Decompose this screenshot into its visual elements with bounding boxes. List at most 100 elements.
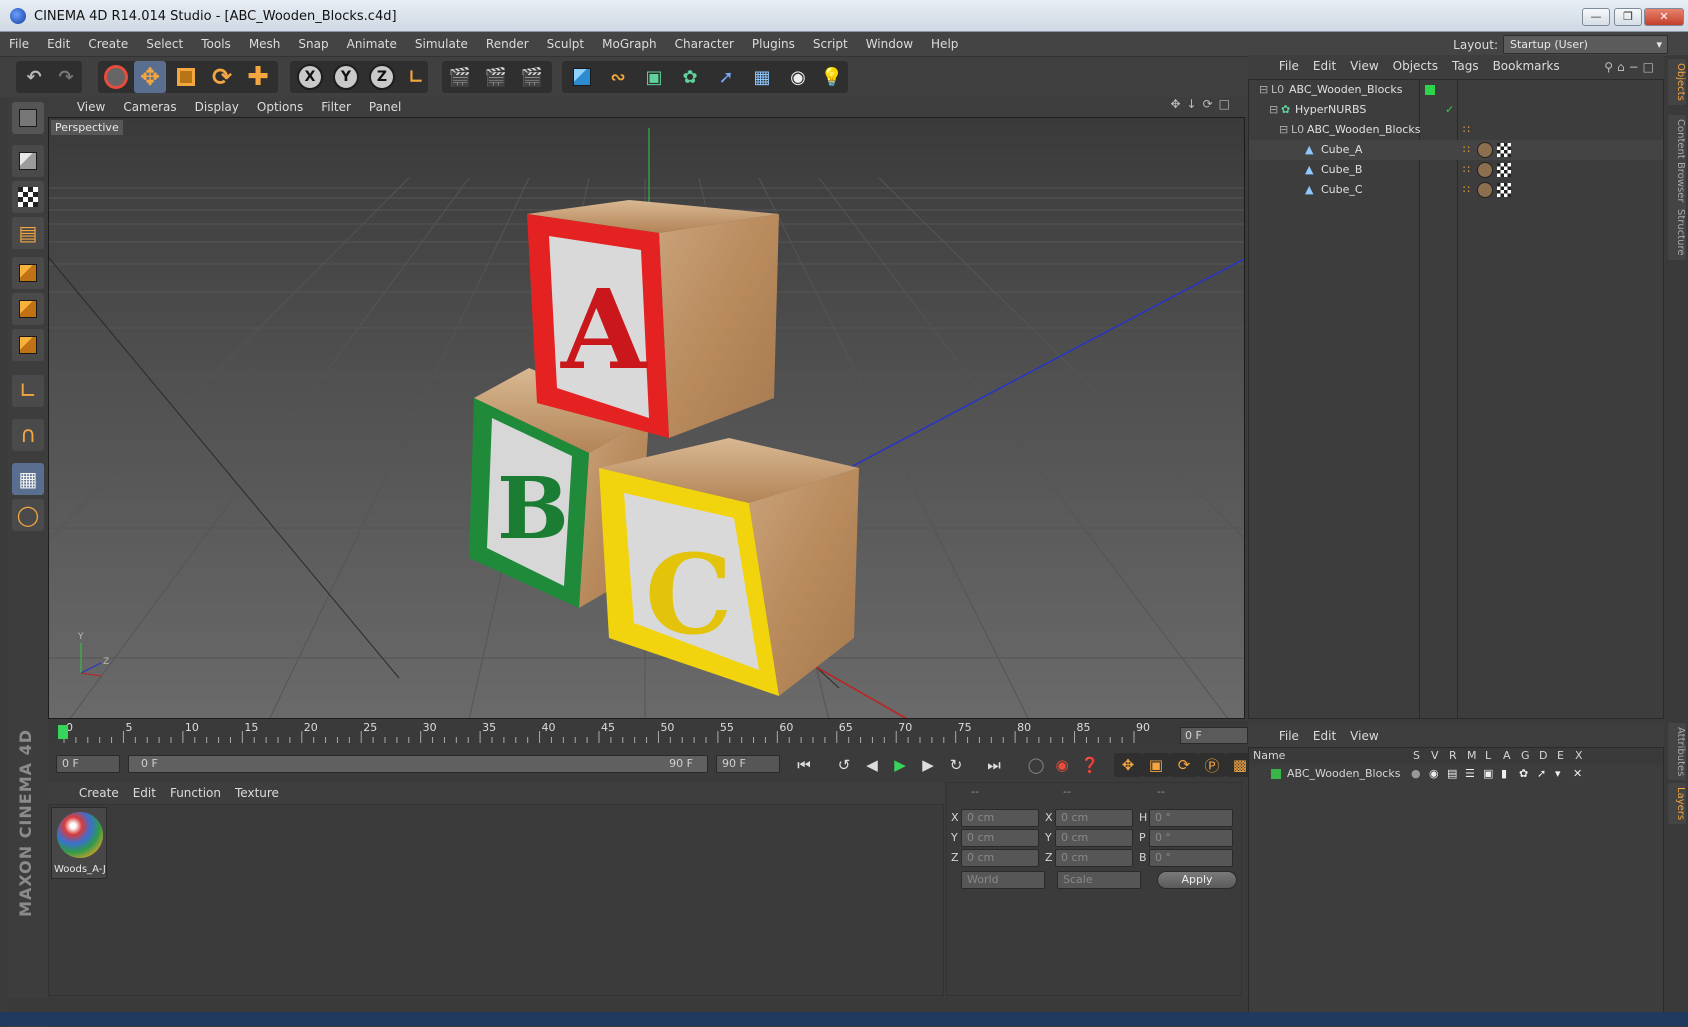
objects-menu-file[interactable]: File	[1272, 55, 1306, 77]
position-z-field[interactable]: 0 cm	[961, 849, 1039, 867]
position-y-field[interactable]: 0 cm	[961, 829, 1039, 847]
playhead-marker[interactable]	[58, 725, 68, 739]
layer-lock-icon[interactable]: ▣	[1483, 765, 1493, 783]
object-row[interactable]: ▲ Cube_A ∷	[1249, 140, 1663, 160]
previous-frame-icon[interactable]: ◀	[858, 753, 886, 777]
menu-create[interactable]: Create	[79, 32, 137, 57]
size-mode-select[interactable]: Scale	[1057, 871, 1141, 889]
objects-menu-objects[interactable]: Objects	[1386, 55, 1445, 77]
layer-row[interactable]: ABC_Wooden_Blocks ● ◉ ▤ ☰ ▣ ▮ ✿ ➚ ▾ ✕	[1249, 765, 1663, 783]
material-menu-function[interactable]: Function	[163, 782, 228, 804]
objects-menu-tags[interactable]: Tags	[1445, 55, 1486, 77]
menu-plugins[interactable]: Plugins	[743, 32, 804, 57]
viewport-menu-view[interactable]: View	[68, 97, 114, 117]
workplane-lock-icon[interactable]: ▦	[12, 463, 44, 495]
apply-button[interactable]: Apply	[1157, 871, 1237, 889]
polygons-mode-icon[interactable]	[12, 329, 44, 361]
texture-tag-icon[interactable]	[1477, 162, 1493, 178]
objects-menu-edit[interactable]: Edit	[1306, 55, 1343, 77]
viewport-navigation-icons[interactable]: ✥↓⟳□	[1170, 97, 1236, 111]
layer-color-swatch[interactable]	[1425, 85, 1435, 95]
texture-mode-icon[interactable]	[12, 181, 44, 213]
layers-menu-edit[interactable]: Edit	[1306, 725, 1343, 747]
layer-generators-icon[interactable]: ✿	[1519, 765, 1528, 783]
layer-visible-icon[interactable]: ◉	[1429, 765, 1439, 783]
keyframe-selection-icon[interactable]: ❓	[1076, 753, 1104, 777]
tab-attributes[interactable]: Attributes	[1668, 723, 1686, 781]
viewport-menu-display[interactable]: Display	[186, 97, 248, 117]
enabled-checkmark-icon[interactable]: ✓	[1445, 100, 1454, 120]
mograph-cloner-icon[interactable]: ✿	[674, 61, 706, 93]
collapse-toggle-icon[interactable]: ⊟	[1259, 80, 1268, 100]
objects-menu-bookmarks[interactable]: Bookmarks	[1486, 55, 1567, 77]
go-to-next-key-icon[interactable]: ↻	[942, 753, 970, 777]
material-swatch[interactable]: Woods_A-J	[51, 807, 107, 879]
viewport-menu-panel[interactable]: Panel	[360, 97, 410, 117]
objects-menu-view[interactable]: View	[1343, 55, 1385, 77]
preview-range-slider[interactable]: 0 F 90 F	[128, 755, 708, 773]
key-parameter-icon[interactable]: Ⓟ	[1198, 753, 1226, 777]
menu-mograph[interactable]: MoGraph	[593, 32, 666, 57]
start-frame-field[interactable]: 0 F	[56, 755, 120, 773]
uvw-tag-icon[interactable]	[1497, 163, 1511, 177]
soft-selection-icon[interactable]: ◯	[12, 499, 44, 531]
layer-render-icon[interactable]: ▤	[1447, 765, 1457, 783]
make-editable-icon[interactable]	[12, 102, 44, 134]
viewport-menu-filter[interactable]: Filter	[312, 97, 360, 117]
rotation-h-field[interactable]: 0 °	[1149, 809, 1233, 827]
menu-edit[interactable]: Edit	[38, 32, 79, 57]
phong-tag-icon[interactable]: ∷	[1463, 180, 1470, 200]
move-tool-icon[interactable]: ✥	[134, 61, 166, 93]
rotation-p-field[interactable]: 0 °	[1149, 829, 1233, 847]
spline-icon[interactable]: ∾	[602, 61, 634, 93]
menu-animate[interactable]: Animate	[338, 32, 406, 57]
object-row[interactable]: ▲ Cube_C ∷	[1249, 180, 1663, 200]
cube-object-icon[interactable]	[566, 61, 598, 93]
menu-sculpt[interactable]: Sculpt	[538, 32, 593, 57]
viewport-menu-options[interactable]: Options	[248, 97, 312, 117]
layer-solo-icon[interactable]: ●	[1411, 765, 1421, 783]
camera-icon[interactable]: ◉	[782, 61, 814, 93]
layers-menu-file[interactable]: File	[1272, 725, 1306, 747]
uvw-tag-icon[interactable]	[1497, 143, 1511, 157]
restore-button[interactable]: ❐	[1614, 8, 1642, 26]
size-x-field[interactable]: 0 cm	[1055, 809, 1133, 827]
layers-menu-view[interactable]: View	[1343, 725, 1385, 747]
current-frame-field[interactable]: 0 F	[1180, 727, 1248, 744]
next-frame-icon[interactable]: ▶	[914, 753, 942, 777]
minimize-button[interactable]: —	[1582, 8, 1610, 26]
phong-tag-icon[interactable]: ∷	[1463, 120, 1470, 140]
go-to-previous-key-icon[interactable]: ↺	[830, 753, 858, 777]
key-rotation-icon[interactable]: ⟳	[1170, 753, 1198, 777]
play-icon[interactable]: ▶	[886, 753, 914, 777]
live-selection-icon[interactable]: ✚	[242, 61, 274, 93]
menu-file[interactable]: File	[0, 32, 38, 57]
key-scale-icon[interactable]: ▣	[1142, 753, 1170, 777]
menu-render[interactable]: Render	[477, 32, 538, 57]
phong-tag-icon[interactable]: ∷	[1463, 140, 1470, 160]
layer-xref-icon[interactable]: ✕	[1573, 765, 1582, 783]
layout-select[interactable]: Startup (User) ▾	[1503, 35, 1668, 54]
deformer-icon[interactable]: ➚	[710, 61, 742, 93]
key-position-icon[interactable]: ✥	[1114, 753, 1142, 777]
material-menu-edit[interactable]: Edit	[126, 782, 163, 804]
render-view-icon[interactable]: 🎬	[444, 61, 476, 93]
object-row[interactable]: ⊟ ✿ HyperNURBS ✓	[1249, 100, 1663, 120]
timeline-ruler[interactable]: 0 5 10 15 20 25 30 35 40 45 50 55 60 65 70 75 80 85 90	[48, 721, 1248, 745]
close-button[interactable]: ✕	[1644, 8, 1684, 26]
size-z-field[interactable]: 0 cm	[1055, 849, 1133, 867]
object-row[interactable]: ▲ Cube_B ∷	[1249, 160, 1663, 180]
end-frame-field[interactable]: 90 F	[716, 755, 780, 773]
menu-tools[interactable]: Tools	[192, 32, 240, 57]
texture-tag-icon[interactable]	[1477, 182, 1493, 198]
uvw-tag-icon[interactable]	[1497, 183, 1511, 197]
light-icon[interactable]: 💡	[816, 61, 848, 93]
menu-script[interactable]: Script	[804, 32, 857, 57]
undo-icon[interactable]: ↶	[18, 61, 50, 93]
rotation-b-field[interactable]: 0 °	[1149, 849, 1233, 867]
autokey-icon[interactable]: ◉	[1048, 753, 1076, 777]
go-to-end-icon[interactable]: ⏭	[980, 753, 1008, 777]
object-row[interactable]: ⊟ L0 ABC_Wooden_Blocks	[1249, 80, 1663, 100]
go-to-start-icon[interactable]: ⏮	[790, 753, 818, 777]
tab-objects[interactable]: Objects	[1668, 59, 1686, 105]
